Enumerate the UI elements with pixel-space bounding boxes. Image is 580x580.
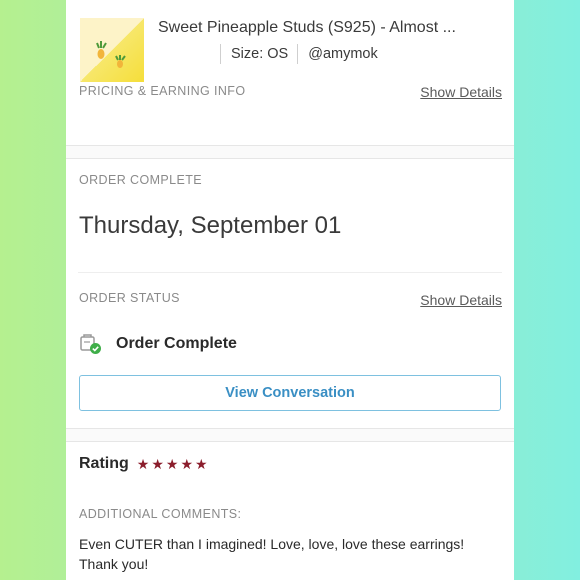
rating-row: Rating ★ ★ ★ ★ ★ (79, 455, 210, 473)
star-icon: ★ (136, 456, 150, 472)
rating-stars: ★ ★ ★ ★ ★ (137, 456, 210, 472)
pineapple-image (96, 41, 126, 68)
section-separator (66, 428, 514, 442)
product-size: Size: OS (231, 46, 289, 62)
order-complete-label: ORDER COMPLETE (79, 173, 202, 187)
product-summary[interactable]: Sweet Pineapple Studs (S925) - Almost ..… (80, 18, 502, 82)
divider-line (78, 272, 502, 273)
order-status-show-details-link[interactable]: Show Details (420, 292, 502, 308)
additional-comments-text: Even CUTER than I imagined! Love, love, … (79, 536, 465, 572)
star-icon: ★ (165, 456, 179, 472)
star-icon: ★ (180, 456, 194, 472)
star-icon: ★ (151, 456, 164, 472)
pricing-show-details-link[interactable]: Show Details (420, 84, 502, 100)
seller-username[interactable]: @amymok (298, 46, 378, 62)
pricing-earning-label: PRICING & EARNING INFO (79, 84, 246, 98)
order-status-text: Order Complete (116, 335, 237, 352)
order-details-card: Sweet Pineapple Studs (S925) - Almost ..… (66, 0, 514, 580)
star-icon: ★ (195, 456, 208, 472)
rating-label: Rating (79, 455, 129, 472)
product-thumbnail[interactable] (80, 18, 144, 82)
order-status-row: Order Complete (80, 332, 237, 356)
additional-comments-label: ADDITIONAL COMMENTS: (79, 507, 242, 521)
order-complete-check-icon (80, 334, 101, 354)
section-separator (66, 145, 514, 159)
product-title[interactable]: Sweet Pineapple Studs (S925) - Almost ..… (158, 18, 488, 38)
order-status-label: ORDER STATUS (79, 291, 180, 305)
view-conversation-button[interactable]: View Conversation (79, 375, 501, 411)
product-meta: Size: OS @amymok (220, 44, 378, 64)
order-complete-date: Thursday, September 01 (79, 212, 342, 239)
